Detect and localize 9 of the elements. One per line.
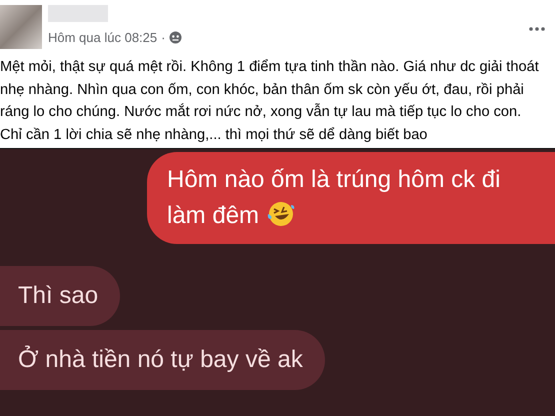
post-timestamp[interactable]: Hôm qua lúc 08:25: [48, 30, 158, 45]
received-message: Ở nhà tiền nó tự bay về ak: [0, 330, 325, 390]
post-text: Mệt mỏi, thật sự quá mệt rồi. Không 1 điểm tựa tinh thần nào. Giá như dc giải thoát nhẹ nhàng. Nhìn qua con ốm, con khóc, bản thân ốm sk còn yếu ớt, đau, rồi phải ráng lo cho chúng. Nước mắt rơi nức nở, xong vẫn tự lau mà tiếp tục lo cho con. Chỉ cần 1 lời chia sẽ nhẹ nhàng,... thì mọi thứ sẽ dể dàng biết bao: [0, 58, 540, 144]
laughing-emoji-icon: [267, 200, 296, 228]
received-message: Thì sao: [0, 266, 120, 326]
blurred-name: [48, 5, 108, 22]
separator-dot: ·: [161, 30, 166, 45]
more-options-icon[interactable]: [529, 27, 545, 31]
sent-message: Hôm nào ốm là trúng hôm ck đi làm đêm: [147, 152, 555, 244]
